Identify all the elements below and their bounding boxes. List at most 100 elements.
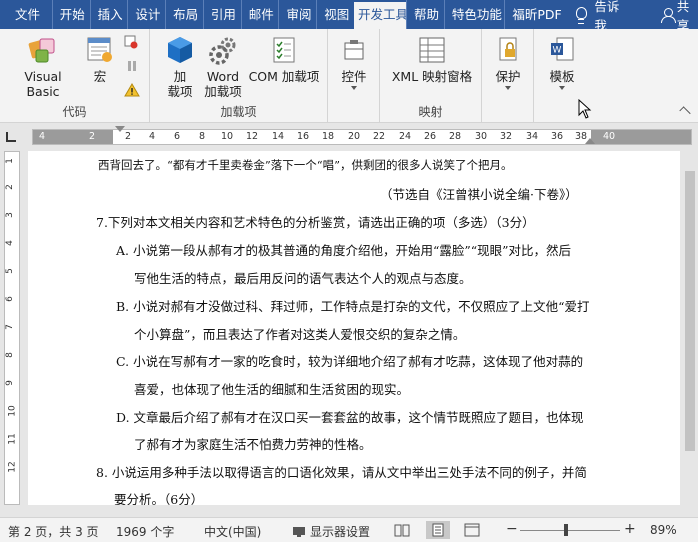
ruler-number: 36 xyxy=(551,131,564,142)
zoom-slider-knob[interactable] xyxy=(564,524,568,536)
doc-line: 写他生活的特点，最后用反问的语气表达个人的观点与态度。 xyxy=(134,271,472,286)
ruler-number: 9 xyxy=(4,380,15,386)
ruler-number: 18 xyxy=(322,131,335,142)
ruler-number: 3 xyxy=(4,212,15,218)
addins-button[interactable]: 加 载项 xyxy=(160,35,200,99)
com-addins-icon xyxy=(273,37,295,63)
group-mapping-label: 映射 xyxy=(418,105,443,119)
template-button[interactable]: W 模板 xyxy=(540,35,584,90)
com-addins-button[interactable]: COM 加载项 xyxy=(244,35,324,84)
ruler-number: 26 xyxy=(424,131,437,142)
display-settings[interactable]: 显示器设置 xyxy=(292,523,370,540)
tab-selector[interactable] xyxy=(6,132,16,142)
zoom-level[interactable]: 89% xyxy=(650,523,677,537)
status-bar: 第 2 页，共 3 页 1969 个字 中文(中国) 显示器设置 − + 89% xyxy=(0,517,698,542)
tab-developer[interactable]: 开发工具 xyxy=(354,0,407,29)
ruler-number: 22 xyxy=(373,131,386,142)
chevron-down-icon xyxy=(351,86,357,90)
word-template-icon: W xyxy=(551,37,574,61)
zoom-slider[interactable] xyxy=(520,530,620,531)
tab-features[interactable]: 特色功能 xyxy=(443,0,505,29)
indent-marker-icon[interactable] xyxy=(115,126,125,132)
mouse-cursor-icon xyxy=(578,99,592,119)
tab-layout[interactable]: 布局 xyxy=(165,0,203,29)
word-addins-button[interactable]: Word 加载项 xyxy=(202,35,244,99)
protect-button[interactable]: 保护 xyxy=(488,35,528,90)
ruler-number: 16 xyxy=(297,131,310,142)
group-code: Visual Basic 宏 代码 xyxy=(0,29,150,123)
ruler-number: 6 xyxy=(174,131,181,142)
print-layout-button[interactable] xyxy=(426,521,450,539)
ruler-number: 2 xyxy=(89,131,96,142)
xml-mapping-pane-button[interactable]: XML 映射窗格 xyxy=(386,35,478,84)
ribbon: Visual Basic 宏 代码 加 载项 Word 加载项 COM 加载项 … xyxy=(0,29,698,123)
web-icon xyxy=(464,523,480,537)
tab-file[interactable]: 文件 xyxy=(0,0,52,29)
lightbulb-icon xyxy=(574,6,588,24)
macro-button[interactable]: 宏 xyxy=(82,35,118,84)
ruler-number: 28 xyxy=(449,131,462,142)
language[interactable]: 中文(中国) xyxy=(204,523,261,540)
ruler-number: 30 xyxy=(475,131,488,142)
page-count[interactable]: 第 2 页，共 3 页 xyxy=(8,523,99,540)
right-indent-marker-icon[interactable] xyxy=(585,138,595,144)
ruler-number: 2 xyxy=(125,131,132,142)
ruler-number: 10 xyxy=(221,131,234,142)
horizontal-ruler[interactable]: 4 2 2 4 6 8 10 12 14 16 18 20 22 24 26 2… xyxy=(32,126,692,145)
scrollbar-thumb[interactable] xyxy=(685,171,695,451)
collapse-ribbon-icon[interactable] xyxy=(679,106,691,118)
group-addins: 加 载项 Word 加载项 COM 加载项 加载项 xyxy=(150,29,328,123)
doc-line: 个小算盘”，而且表达了作者对这类人爱恨交织的复杂之情。 xyxy=(134,327,466,342)
tab-review[interactable]: 审阅 xyxy=(278,0,316,29)
pause-recording-icon[interactable] xyxy=(126,60,138,72)
zoom-out-button[interactable]: − xyxy=(506,521,518,537)
doc-line: 8. 小说运用多种手法以取得语言的口语化效果，请从文中举出三处手法不同的例子，并… xyxy=(96,465,587,480)
controls-icon xyxy=(344,40,364,60)
doc-line: 要分析。（6分） xyxy=(114,492,204,505)
tab-home[interactable]: 开始 xyxy=(51,0,90,29)
chevron-down-icon xyxy=(559,86,565,90)
macro-security-icon[interactable] xyxy=(124,83,140,97)
tab-references[interactable]: 引用 xyxy=(202,0,241,29)
ruler-number: 4 xyxy=(39,131,46,142)
doc-line: （节选自《汪曾祺小说全编·下卷》） xyxy=(380,187,578,202)
ruler-number: 4 xyxy=(149,131,156,142)
vertical-scrollbar[interactable] xyxy=(682,151,698,505)
person-icon xyxy=(660,7,676,23)
ruler-number: 5 xyxy=(4,268,15,274)
ruler-number: 24 xyxy=(399,131,412,142)
ruler-number: 12 xyxy=(246,131,259,142)
read-mode-button[interactable] xyxy=(390,521,414,539)
gears-icon xyxy=(209,37,236,65)
web-layout-button[interactable] xyxy=(460,521,484,539)
tab-view[interactable]: 视图 xyxy=(316,0,354,29)
vertical-ruler: 1 2 3 4 5 6 7 8 9 10 11 12 xyxy=(4,151,20,505)
ruler-number: 14 xyxy=(272,131,285,142)
controls-button[interactable]: 控件 xyxy=(334,35,374,90)
tab-foxit-pdf[interactable]: 福昕PDF xyxy=(504,0,564,29)
visual-basic-button[interactable]: Visual Basic xyxy=(6,35,80,99)
ruler-number: 2 xyxy=(4,184,15,190)
tab-insert[interactable]: 插入 xyxy=(89,0,128,29)
ruler-number: 6 xyxy=(4,296,15,302)
zoom-in-button[interactable]: + xyxy=(624,521,636,537)
tab-help[interactable]: 帮助 xyxy=(406,0,444,29)
doc-line: 西背回去了。“都有才千里卖卷金”落下一个“唱”，供剩团的很多人说笑了个把月。 xyxy=(98,158,513,172)
ruler-number: 20 xyxy=(348,131,361,142)
doc-line: 7.下列对本文相关内容和艺术特色的分析鉴赏，请选出正确的项（多选）（3分） xyxy=(96,215,535,230)
group-code-label: 代码 xyxy=(62,105,87,119)
group-controls: 控件 xyxy=(328,29,380,123)
word-count[interactable]: 1969 个字 xyxy=(116,523,174,540)
tab-mailings[interactable]: 邮件 xyxy=(240,0,279,29)
record-macro-icon[interactable] xyxy=(124,35,138,49)
document-page[interactable]: 西背回去了。“都有才千里卖卷金”落下一个“唱”，供剩团的很多人说笑了个把月。 （… xyxy=(28,151,680,505)
ruler-number: 8 xyxy=(4,352,15,358)
ruler-number: 8 xyxy=(199,131,206,142)
ruler-number: 34 xyxy=(526,131,539,142)
group-addins-label: 加载项 xyxy=(220,105,257,119)
doc-line: D. 文章最后介绍了郝有才在汉口买一套套盆的故事，这个情节既照应了题目，也体现 xyxy=(116,410,584,425)
chevron-down-icon xyxy=(505,86,511,90)
ruler-number: 1 xyxy=(4,158,15,164)
tab-design[interactable]: 设计 xyxy=(127,0,165,29)
monitor-icon xyxy=(293,526,305,537)
